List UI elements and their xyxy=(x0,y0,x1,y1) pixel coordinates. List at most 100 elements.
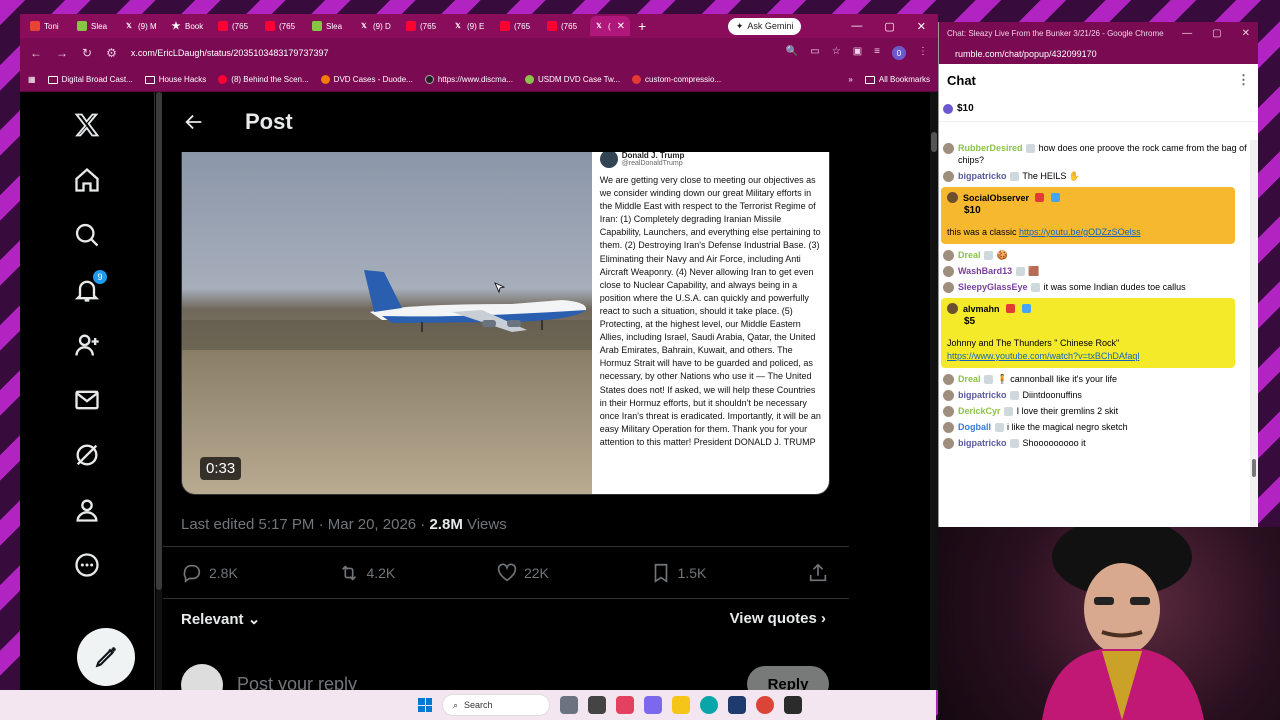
minimize-icon[interactable]: — xyxy=(851,20,862,33)
ask-gemini-button[interactable]: ✦ Ask Gemini xyxy=(727,17,802,35)
site-info-icon[interactable]: ⚙ xyxy=(106,46,117,60)
pinned-rant[interactable]: $10 xyxy=(939,96,1258,122)
rant-message[interactable]: SocialObserver $10 this was a classic http… xyxy=(941,187,1235,244)
bookmark-item[interactable]: https://www.discma... xyxy=(424,75,513,84)
maximize-icon[interactable]: ▢ xyxy=(884,20,894,33)
taskbar-search[interactable]: ⌕ Search xyxy=(442,694,550,716)
new-tab-button[interactable]: + xyxy=(638,18,646,34)
sidebar-scrollbar[interactable] xyxy=(156,92,162,690)
grok-icon[interactable] xyxy=(70,438,104,472)
url-field[interactable]: x.com/EricLDaugh/status/2035103483179737… xyxy=(131,48,772,58)
bookmark-item[interactable]: (8) Behind the Scen... xyxy=(218,75,309,84)
post-media[interactable]: 0:33 Donald J. Trump @realDonaldTrump We… xyxy=(181,152,830,495)
rant-link[interactable]: https://www.youtube.com/watch?v=txBChDAf… xyxy=(947,351,1139,361)
copilot-icon[interactable] xyxy=(616,696,634,714)
browser-tab[interactable]: Slea xyxy=(308,16,353,36)
share-button[interactable] xyxy=(807,562,829,584)
chat-username[interactable]: bigpatricko xyxy=(958,438,1007,448)
notifications-bell-icon[interactable]: 9 xyxy=(70,269,108,307)
rant-message[interactable]: alvmahn $5 Johnny and The Thunders " Chine… xyxy=(941,298,1235,368)
extensions-icon[interactable]: ≡ xyxy=(874,46,880,60)
bookmark-item[interactable]: USDM DVD Case Tw... xyxy=(524,75,620,84)
chat-username[interactable]: SocialObserver xyxy=(963,193,1029,203)
bookmark-item[interactable]: House Hacks xyxy=(144,75,206,84)
chat-username[interactable]: WashBard13 xyxy=(958,266,1012,276)
browser-tab[interactable]: (765 xyxy=(214,16,259,36)
cast-icon[interactable]: ▭ xyxy=(810,46,819,60)
video-player[interactable]: 0:33 xyxy=(182,152,592,494)
kebab-menu-icon[interactable]: ⋮ xyxy=(1237,72,1250,88)
chat-scrollbar[interactable] xyxy=(1250,140,1258,527)
tab-label: (765 xyxy=(279,21,296,31)
messages-icon[interactable] xyxy=(70,383,104,417)
chat-username[interactable]: bigpatricko xyxy=(958,390,1007,400)
close-icon[interactable]: ✕ xyxy=(1242,28,1250,39)
bookmark-item[interactable]: Digital Broad Cast... xyxy=(47,75,133,84)
like-button[interactable]: 22K xyxy=(496,562,549,584)
back-icon[interactable]: ← xyxy=(30,46,42,60)
menu-icon[interactable]: ⋮ xyxy=(918,46,928,60)
chat-username[interactable]: DerickCyr xyxy=(958,406,1001,416)
teams-icon[interactable] xyxy=(644,696,662,714)
back-arrow-icon[interactable] xyxy=(183,111,205,133)
forward-icon[interactable]: → xyxy=(56,46,68,60)
bookmark-item[interactable]: DVD Cases - Duode... xyxy=(320,75,413,84)
youtube-icon xyxy=(218,75,228,84)
bookmark-button[interactable]: 1.5K xyxy=(650,562,706,584)
browser-tab[interactable]: 𝕏 (✕ xyxy=(590,16,630,36)
chat-username[interactable]: Dreal xyxy=(958,374,981,384)
browser-tab[interactable]: ★ Book xyxy=(167,16,212,36)
minimize-icon[interactable]: — xyxy=(1182,28,1192,39)
edge-icon[interactable] xyxy=(700,696,718,714)
browser-tab[interactable]: 𝕏 (9) D xyxy=(355,16,400,36)
browser-tab[interactable]: 𝕏 (9) M xyxy=(120,16,165,36)
browser-tab[interactable]: (765 xyxy=(496,16,541,36)
rant-link[interactable]: https://youtu.be/gODZzSOelss xyxy=(1019,227,1141,237)
view-quotes-link[interactable]: View quotes › xyxy=(730,610,826,627)
chrome-icon[interactable] xyxy=(756,696,774,714)
browser-tab[interactable]: Slea xyxy=(73,16,118,36)
reply-sort-dropdown[interactable]: Relevant ⌄ xyxy=(181,610,260,628)
apps-icon[interactable]: ▦ xyxy=(28,75,36,84)
zoom-icon[interactable]: 🔍 xyxy=(786,46,798,60)
folder-icon xyxy=(47,75,58,84)
maximize-icon[interactable]: ▢ xyxy=(1212,28,1221,39)
profile-icon[interactable] xyxy=(70,493,104,527)
bookmarks-overflow[interactable]: » xyxy=(848,75,852,84)
chat-username[interactable]: bigpatricko xyxy=(958,171,1007,181)
all-bookmarks[interactable]: All Bookmarks xyxy=(864,75,930,84)
browser-tab[interactable]: (765 xyxy=(261,16,306,36)
chat-username[interactable]: Dreal xyxy=(958,250,981,260)
browser-tab[interactable]: (765 xyxy=(543,16,588,36)
browser-tab[interactable]: Toni xyxy=(26,16,71,36)
file-explorer-icon[interactable] xyxy=(672,696,690,714)
chat-username[interactable]: SleepyGlassEye xyxy=(958,282,1028,292)
obs-icon[interactable] xyxy=(784,696,802,714)
bookmark-star-icon[interactable]: ☆ xyxy=(832,46,841,60)
browser-tab[interactable]: 𝕏 (9) E xyxy=(449,16,494,36)
follow-icon[interactable] xyxy=(70,328,104,362)
browser-tab[interactable]: (765 xyxy=(402,16,447,36)
repost-button[interactable]: 4.2K xyxy=(338,562,395,584)
reload-icon[interactable]: ↻ xyxy=(82,46,92,60)
sidebar-icon[interactable]: ▣ xyxy=(853,46,862,60)
close-icon[interactable]: ✕ xyxy=(917,20,926,33)
chat-username[interactable]: Dogball xyxy=(958,422,991,432)
app-icon[interactable] xyxy=(588,696,606,714)
store-icon[interactable] xyxy=(728,696,746,714)
compose-post-button[interactable] xyxy=(77,628,135,686)
bookmark-item[interactable]: custom-compressio... xyxy=(632,75,721,84)
x-logo-icon[interactable] xyxy=(70,108,104,142)
profile-avatar[interactable]: 0 xyxy=(892,46,906,60)
more-icon[interactable] xyxy=(70,548,104,582)
tab-close-icon[interactable]: ✕ xyxy=(617,21,625,32)
page-scrollbar[interactable] xyxy=(930,92,938,690)
search-icon[interactable] xyxy=(70,218,104,252)
home-icon[interactable] xyxy=(70,163,104,197)
windows-start-icon[interactable] xyxy=(418,698,432,712)
chat-username[interactable]: RubberDesired xyxy=(958,143,1023,153)
reply-button[interactable]: 2.8K xyxy=(181,562,238,584)
task-view-icon[interactable] xyxy=(560,696,578,714)
chat-username[interactable]: alvmahn xyxy=(963,304,1000,314)
chat-url-bar[interactable]: rumble.com/chat/popup/432099170 xyxy=(939,44,1258,64)
